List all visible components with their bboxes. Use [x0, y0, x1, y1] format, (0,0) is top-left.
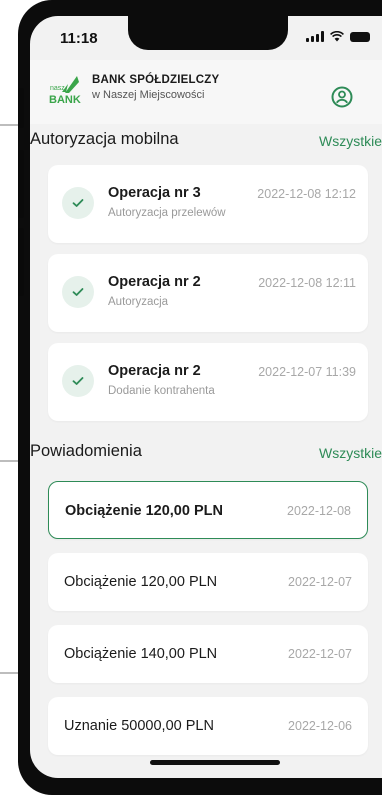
status-time: 11:18 — [60, 30, 98, 47]
check-icon — [62, 365, 94, 397]
operation-date: 2022-12-08 12:11 — [258, 276, 356, 290]
notification-date: 2022-12-06 — [288, 719, 352, 733]
profile-button[interactable] — [331, 86, 353, 108]
wifi-icon — [330, 31, 344, 42]
notification-date: 2022-12-08 — [287, 504, 351, 518]
operation-title: Operacja nr 2 — [108, 274, 201, 290]
notch — [128, 16, 288, 50]
bank-name: BANK SPÓŁDZIELCZY — [92, 74, 220, 86]
notification-card[interactable]: Obciążenie 120,00 PLN 2022-12-08 — [48, 481, 368, 539]
notification-date: 2022-12-07 — [288, 575, 352, 589]
notification-title: Obciążenie 120,00 PLN — [64, 574, 218, 590]
operation-subtitle: Dodanie kontrahenta — [108, 385, 215, 397]
mobile-auth-all-link[interactable]: Wszystkie — [319, 133, 382, 149]
svg-text:BANK: BANK — [49, 94, 81, 106]
notification-card[interactable]: Uznanie 50000,00 PLN 2022-12-06 — [48, 697, 368, 755]
auth-operation-card[interactable]: Operacja nr 2 Dodanie kontrahenta 2022-1… — [48, 343, 368, 421]
notification-date: 2022-12-07 — [288, 647, 352, 661]
check-icon — [62, 276, 94, 308]
phone-side-button — [18, 88, 24, 128]
operation-date: 2022-12-08 12:12 — [257, 187, 356, 201]
app-header: nasz BANK BANK SPÓŁDZIELCZY w Naszej Mie… — [30, 60, 382, 124]
auth-operation-card[interactable]: Operacja nr 2 Autoryzacja 2022-12-08 12:… — [48, 254, 368, 332]
operation-date: 2022-12-07 11:39 — [258, 365, 356, 379]
operation-title: Operacja nr 2 — [108, 363, 201, 379]
signal-icon — [306, 31, 324, 42]
operation-subtitle: Autoryzacja przelewów — [108, 207, 226, 219]
bank-logo: nasz BANK — [48, 72, 88, 112]
operation-title: Operacja nr 3 — [108, 185, 201, 201]
home-indicator[interactable] — [150, 760, 280, 765]
notification-title: Obciążenie 120,00 PLN — [65, 503, 223, 519]
notification-title: Obciążenie 140,00 PLN — [64, 646, 218, 662]
auth-operation-card[interactable]: Operacja nr 3 Autoryzacja przelewów 2022… — [48, 165, 368, 243]
user-profile-icon — [331, 86, 353, 108]
app-screen: 11:18 nasz BANK BANK SPÓŁDZIELCZY w Nasz… — [30, 16, 382, 778]
check-icon — [62, 187, 94, 219]
notification-title: Uznanie 50000,00 PLN — [64, 718, 214, 734]
notification-card[interactable]: Obciążenie 120,00 PLN 2022-12-07 — [48, 553, 368, 611]
notification-card[interactable]: Obciążenie 140,00 PLN 2022-12-07 — [48, 625, 368, 683]
mobile-auth-title: Autoryzacja mobilna — [30, 130, 179, 148]
phone-side-button — [18, 228, 24, 296]
status-icons — [306, 31, 370, 42]
bank-subtitle: w Naszej Miejscowości — [92, 89, 205, 101]
notifications-all-link[interactable]: Wszystkie — [319, 445, 382, 461]
notifications-title: Powiadomienia — [30, 442, 142, 460]
phone-side-button — [18, 150, 24, 218]
operation-subtitle: Autoryzacja — [108, 296, 169, 308]
svg-text:nasz: nasz — [50, 85, 65, 92]
battery-icon — [350, 31, 370, 42]
